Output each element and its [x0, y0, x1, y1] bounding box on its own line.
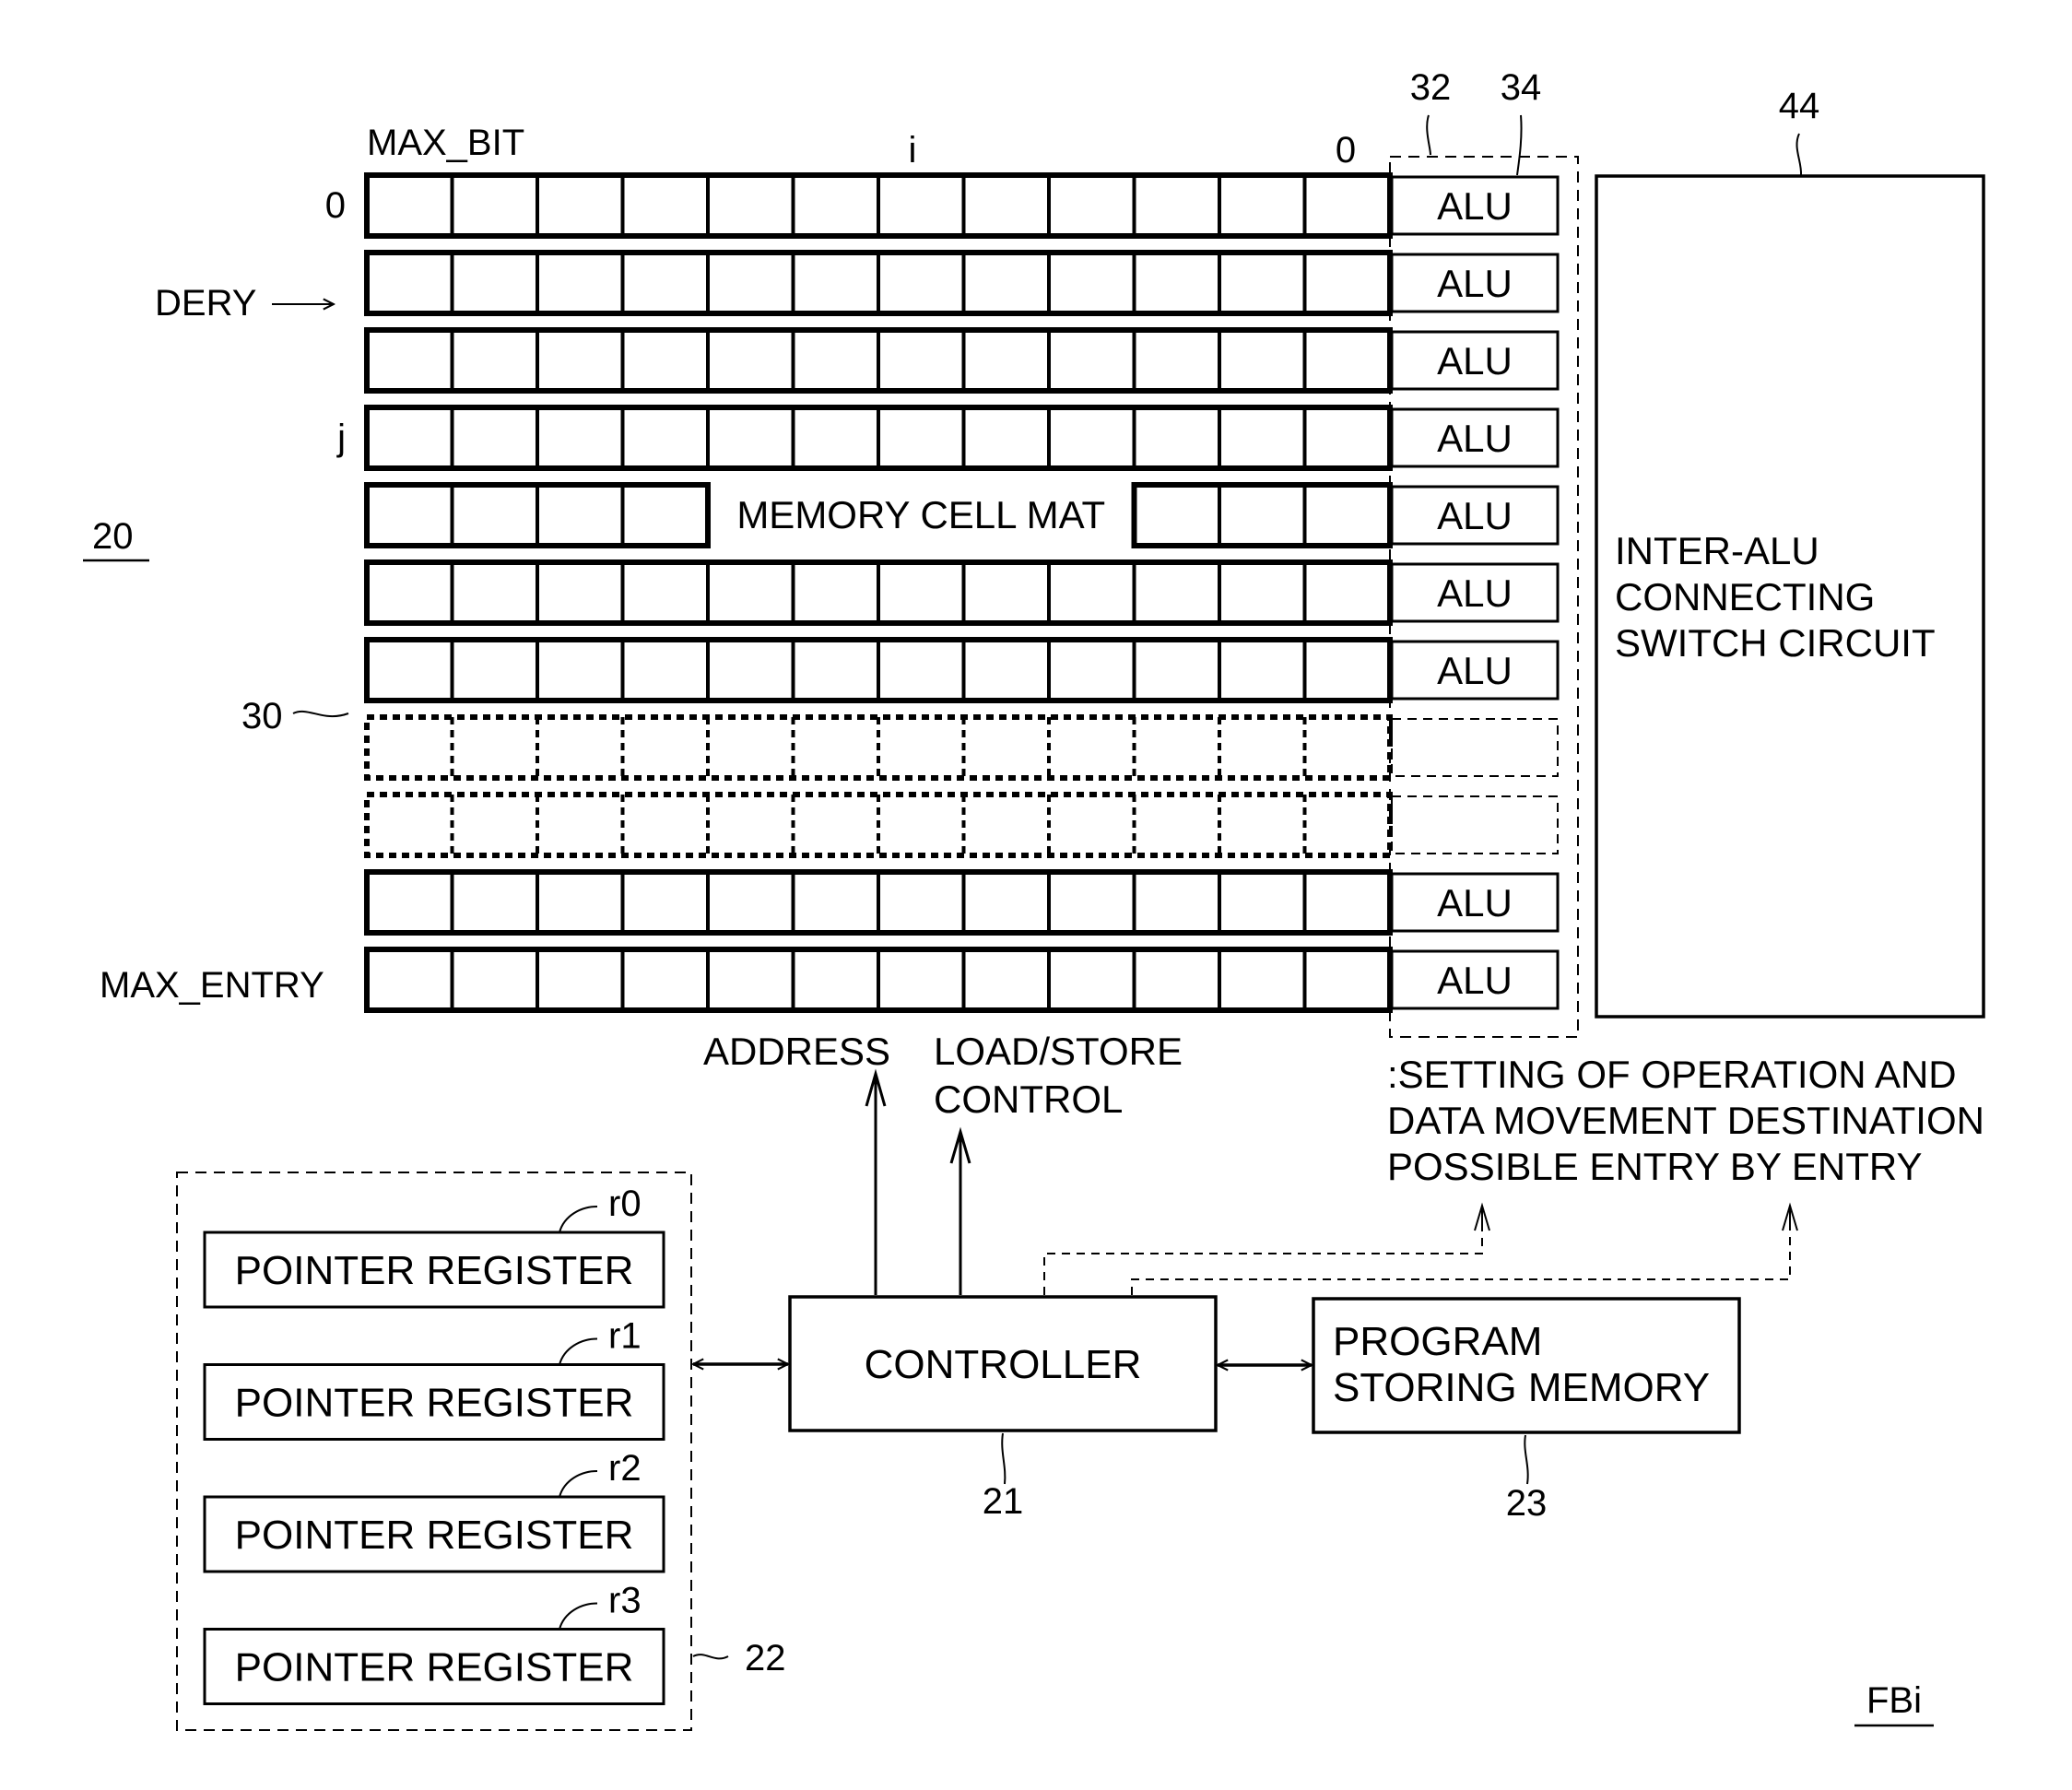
- block-ref-20: 20: [92, 516, 134, 557]
- alu-label: ALU: [1437, 262, 1513, 305]
- setting-note-line-3: POSSIBLE ENTRY BY ENTRY: [1387, 1145, 1922, 1188]
- pointer-register-label: POINTER REGISTER: [235, 1645, 634, 1690]
- program-memory-ref: 23: [1506, 1483, 1548, 1524]
- alu-label: ALU: [1437, 339, 1513, 383]
- memory-entry-row: [364, 792, 1559, 858]
- pointer-register: POINTER REGISTER r1: [203, 1316, 665, 1441]
- memory-entry-row: ALU: [364, 172, 1560, 239]
- setting-note-line-2: DATA MOVEMENT DESTINATION: [1387, 1099, 1984, 1142]
- load-store-label-line-1: LOAD/STORE: [934, 1030, 1183, 1073]
- switch-circuit-line-3: SWITCH CIRCUIT: [1615, 621, 1936, 665]
- pointer-register-ref: r0: [608, 1184, 642, 1224]
- alu-label: ALU: [1437, 417, 1513, 460]
- alu-label: ALU: [1437, 959, 1513, 1002]
- col-label-0: 0: [1336, 130, 1356, 171]
- alu-group-ref: 32: [1410, 67, 1452, 108]
- alu-label: ALU: [1437, 881, 1513, 924]
- setting-line-2: [1131, 1231, 1791, 1295]
- pointer-register-group-ref-leader: [692, 1654, 729, 1660]
- figure-label: FBi: [1866, 1680, 1922, 1721]
- alu-label: ALU: [1437, 184, 1513, 228]
- row-label-j: j: [336, 418, 346, 458]
- pointer-register-ref-leader: [559, 1337, 598, 1365]
- program-memory-ref-leader: [1524, 1434, 1529, 1485]
- block-diagram: 20 MAX_BIT i 0 0 DERY j MAX_ENTRY 30 ALU…: [83, 67, 1985, 1731]
- address-label: ADDRESS: [703, 1030, 890, 1073]
- alu-ref: 34: [1501, 67, 1542, 108]
- row-label-dery: DERY: [155, 283, 256, 324]
- memory-entry-row: ALU: [364, 405, 1560, 471]
- memory-entry-row: ALU: [364, 947, 1560, 1013]
- controller-label: CONTROLLER: [865, 1342, 1142, 1387]
- pointer-register-label: POINTER REGISTER: [235, 1248, 634, 1293]
- load-store-label-line-2: CONTROL: [934, 1078, 1123, 1121]
- memory-mat-ref-leader: [292, 710, 349, 718]
- switch-circuit-ref: 44: [1779, 86, 1820, 126]
- pointer-register-label: POINTER REGISTER: [235, 1381, 634, 1426]
- memory-entry-row: ALU: [364, 327, 1560, 394]
- alu-label: ALU: [1437, 494, 1513, 537]
- alu-group-ref-leader: [1426, 114, 1431, 156]
- setting-arrow-2-icon: [1782, 1202, 1798, 1231]
- alu-label: ALU: [1437, 649, 1513, 692]
- program-memory-line-2: STORING MEMORY: [1333, 1365, 1710, 1410]
- setting-arrow-1-icon: [1474, 1202, 1490, 1231]
- memory-cell-mat: ALU ALU ALU ALU MEMORY CELL MAT ALU ALU ALU ALU A…: [364, 172, 1560, 1013]
- memory-entry-row: MEMORY CELL MAT ALU: [364, 482, 1560, 548]
- entry-cells-right: [1131, 482, 1393, 548]
- pointer-register-ref: r3: [608, 1581, 642, 1621]
- switch-circuit-ref-leader: [1795, 133, 1803, 176]
- alu-ref-leader: [1516, 114, 1523, 176]
- program-memory-line-1: PROGRAM: [1333, 1319, 1542, 1364]
- switch-circuit-line-1: INTER-ALU: [1615, 529, 1819, 572]
- memory-cell-mat-label: MEMORY CELL MAT: [736, 493, 1105, 536]
- pointer-register-label: POINTER REGISTER: [235, 1513, 634, 1558]
- memory-entry-row: ALU: [364, 637, 1560, 703]
- pointer-register-group-ref: 22: [745, 1638, 786, 1678]
- controller-ref-leader: [1001, 1432, 1007, 1485]
- alu-box: [1391, 795, 1559, 854]
- memory-entry-row: ALU: [364, 250, 1560, 316]
- pointer-register-ref: r2: [608, 1448, 642, 1489]
- controller-ref: 21: [983, 1481, 1024, 1522]
- memory-mat-ref: 30: [241, 696, 283, 736]
- pointer-register-ref-leader: [559, 1470, 598, 1498]
- row-label-0: 0: [325, 185, 346, 226]
- pointer-register-ref-leader: [559, 1206, 598, 1233]
- memory-entry-row: ALU: [364, 559, 1560, 626]
- pointer-register-list: POINTER REGISTERr0POINTER REGISTERr1POIN…: [203, 1184, 665, 1705]
- switch-circuit-line-2: CONNECTING: [1615, 575, 1875, 618]
- memory-entry-row: [364, 714, 1559, 781]
- col-label-i: i: [909, 130, 917, 171]
- alu-label: ALU: [1437, 571, 1513, 615]
- pointer-register: POINTER REGISTER r2: [203, 1448, 665, 1573]
- setting-note-line-1: :SETTING OF OPERATION AND: [1387, 1053, 1957, 1096]
- pointer-register-ref: r1: [608, 1316, 642, 1357]
- setting-line-1: [1043, 1231, 1483, 1295]
- pointer-register: POINTER REGISTER r3: [203, 1581, 665, 1705]
- col-label-max-bit: MAX_BIT: [367, 123, 524, 163]
- pointer-register: POINTER REGISTER r0: [203, 1184, 665, 1309]
- alu-box: [1391, 718, 1559, 777]
- pointer-register-ref-leader: [559, 1602, 598, 1630]
- memory-entry-row: ALU: [364, 869, 1560, 936]
- row-label-max-entry: MAX_ENTRY: [100, 965, 324, 1006]
